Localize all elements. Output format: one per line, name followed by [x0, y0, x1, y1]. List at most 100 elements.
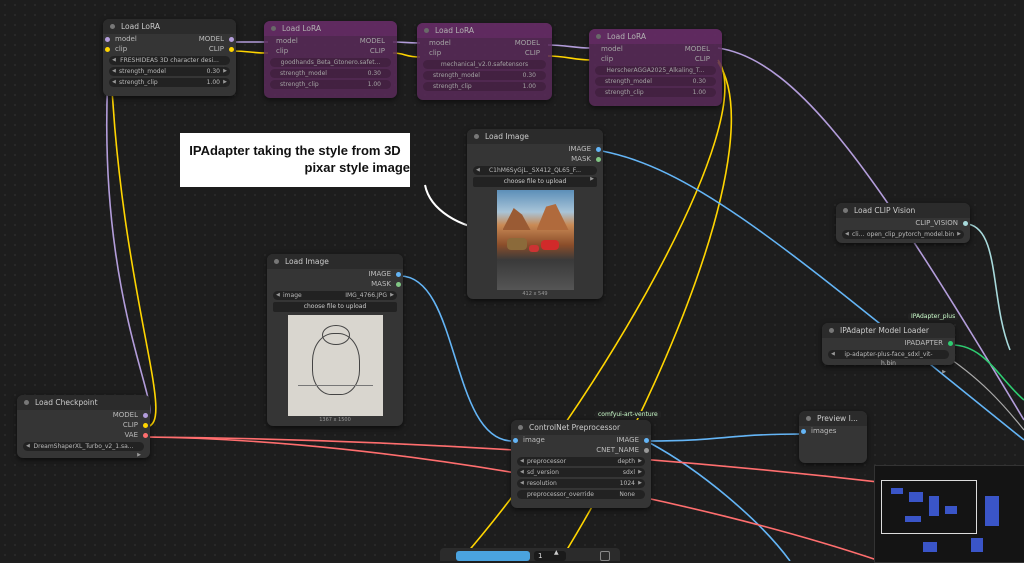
chevron-left-icon[interactable]: ◀ [26, 442, 30, 451]
load-checkpoint-node[interactable]: Load Checkpoint MODEL CLIP VAE ◀ DreamSha… [17, 395, 150, 458]
mask-output-port[interactable] [596, 156, 601, 162]
node-status-dot [474, 134, 479, 139]
load-image-node-pixar[interactable]: Load Image IMAGE MASK ◀ C1hM6SyGjL._SX412… [467, 129, 603, 299]
input-label-model: model [429, 39, 451, 47]
node-title: Load Checkpoint [35, 398, 98, 407]
load-image-node-sketch[interactable]: Load Image IMAGE MASK ◀ image IMG_4766.JPG… [267, 254, 403, 426]
chevron-right-icon[interactable]: ▶ [390, 291, 394, 300]
input-label-image: image [523, 436, 545, 444]
chevron-right-icon[interactable]: ▶ [137, 451, 141, 460]
ipadapter-file-select[interactable]: ◀ ip-adapter-plus-face_sdxl_vit-h.bin ▶ [828, 350, 949, 375]
strength-clip-slider[interactable]: ◀ strength_clip 1.00 ▶ [109, 78, 230, 87]
chevron-right-icon[interactable]: ▶ [223, 78, 227, 87]
strength-model-slider[interactable]: strength_model 0.30 [423, 71, 546, 80]
load-lora-node-1[interactable]: Load LoRA model MODEL clip CLIP ◀ FRESHIDEA… [103, 19, 236, 96]
annotation-callout: IPAdapter taking the style from 3D pixar… [180, 133, 410, 187]
resolution-stepper[interactable]: ◀ resolution 1024 ▶ [517, 479, 645, 488]
node-title: Load LoRA [282, 24, 322, 33]
chevron-right-icon[interactable]: ▶ [638, 457, 642, 466]
strength-model-slider[interactable]: strength_model 0.30 [270, 69, 391, 78]
options-icon[interactable] [600, 551, 610, 561]
sd-version-select[interactable]: ◀ sd_version sdxl ▶ [517, 468, 645, 477]
output-label-clip: CLIP [524, 49, 540, 57]
model-output-port[interactable] [143, 412, 148, 418]
checkpoint-select[interactable]: ◀ DreamShaperXL_Turbo_v2_1.sa... ▶ [23, 442, 144, 458]
preprocessor-override-field[interactable]: preprocessor_override None [517, 490, 645, 499]
image-preview-cars [496, 190, 574, 290]
chevron-left-icon[interactable]: ◀ [112, 78, 116, 87]
chevron-left-icon[interactable]: ◀ [520, 468, 524, 477]
images-input-port[interactable] [801, 428, 806, 434]
clip-vision-output-port[interactable] [963, 220, 968, 226]
upload-button[interactable]: choose file to upload [273, 302, 397, 312]
lora-name-select[interactable]: HerscherAGGA2025_Alkaling_T... [595, 66, 716, 75]
node-status-dot [110, 24, 115, 29]
model-input-port[interactable] [105, 36, 110, 42]
output-label-clip: CLIP [369, 47, 385, 55]
queue-button[interactable] [456, 551, 530, 561]
strength-model-slider[interactable]: ◀ strength_model 0.30 ▶ [109, 67, 230, 76]
preprocessor-select[interactable]: ◀ preprocessor depth ▶ [517, 457, 645, 466]
node-status-dot [596, 34, 601, 39]
chevron-left-icon[interactable]: ◀ [831, 350, 835, 359]
clip-vision-select[interactable]: ◀ cli... open_clip_pytorch_model.bin ▶ [842, 230, 964, 239]
cnet-name-output-port[interactable] [644, 447, 649, 453]
upload-button[interactable]: choose file to upload [473, 177, 597, 187]
node-status-dot [843, 208, 848, 213]
image-output-port[interactable] [396, 271, 401, 277]
minimap-node [923, 542, 937, 552]
image-input-port[interactable] [513, 437, 518, 443]
strength-model-slider[interactable]: strength_model 0.30 [595, 77, 716, 86]
chevron-right-icon[interactable]: ▶ [223, 67, 227, 76]
output-label-clip: CLIP [122, 421, 138, 429]
chevron-left-icon[interactable]: ◀ [845, 230, 849, 239]
strength-clip-slider[interactable]: strength_clip 1.00 [270, 80, 391, 89]
chevron-left-icon[interactable]: ◀ [520, 479, 524, 488]
model-output-port[interactable] [229, 36, 234, 42]
chevron-right-icon[interactable]: ▶ [957, 230, 961, 239]
lora-name-select[interactable]: ◀FRESHIDEAS 3D character desi...▶ [109, 56, 230, 72]
chevron-right-icon[interactable]: ▶ [942, 368, 946, 377]
node-title: Load LoRA [121, 22, 161, 31]
chevron-left-icon[interactable]: ◀ [476, 166, 480, 175]
load-lora-node-2[interactable]: Load LoRA model MODEL clip CLIP goodhands_… [264, 21, 397, 98]
chevron-up-icon[interactable]: ▲ [554, 549, 559, 556]
image-dimensions: 1367 x 1500 [319, 417, 351, 423]
controlnet-preprocessor-node[interactable]: ControlNet Preprocessor image IMAGE CNET_… [511, 420, 651, 508]
chevron-right-icon[interactable]: ▶ [638, 479, 642, 488]
minimap[interactable] [874, 465, 1024, 563]
batch-count-input[interactable]: 1 [534, 551, 566, 561]
minimap-node [985, 496, 999, 526]
output-label-clip: CLIP [694, 55, 710, 63]
chevron-right-icon[interactable]: ▶ [590, 175, 594, 184]
node-title: ControlNet Preprocessor [529, 423, 621, 432]
output-label-image: IMAGE [368, 270, 391, 278]
ipadapter-output-port[interactable] [948, 340, 953, 346]
strength-clip-slider[interactable]: strength_clip 1.00 [595, 88, 716, 97]
vae-output-port[interactable] [143, 432, 148, 438]
clip-output-port[interactable] [143, 422, 148, 428]
lora-name-select[interactable]: mechanical_v2.0.safetensors [423, 60, 546, 69]
clip-output-port[interactable] [229, 46, 234, 52]
output-label-image: IMAGE [568, 145, 591, 153]
chevron-right-icon[interactable]: ▶ [638, 468, 642, 477]
chevron-left-icon[interactable]: ◀ [520, 457, 524, 466]
mask-output-port[interactable] [396, 281, 401, 287]
preview-image-node[interactable]: Preview I... images [799, 411, 867, 463]
clip-input-port[interactable] [105, 46, 110, 52]
chevron-left-icon[interactable]: ◀ [276, 291, 280, 300]
lora-name-select[interactable]: goodhands_Beta_Gtonero.safet... [270, 58, 391, 67]
image-file-select[interactable]: ◀ C1hM6SyGjL._SX412_QL65_F... ▶ [473, 166, 597, 182]
input-label-model: model [115, 35, 137, 43]
chevron-left-icon[interactable]: ◀ [112, 67, 116, 76]
load-lora-node-4[interactable]: Load LoRA model MODEL clip CLIP HerscherAG… [589, 29, 722, 106]
load-clip-vision-node[interactable]: Load CLIP Vision CLIP_VISION ◀ cli... open… [836, 203, 970, 243]
chevron-left-icon[interactable]: ◀ [112, 56, 116, 65]
ipadapter-model-loader-node[interactable]: IPAdapter Model Loader IPADAPTER ◀ ip-ada… [822, 323, 955, 375]
image-file-select[interactable]: ◀ image IMG_4766.JPG ▶ [273, 291, 397, 300]
image-output-port[interactable] [596, 146, 601, 152]
minimap-node [929, 496, 939, 516]
image-output-port[interactable] [644, 437, 649, 443]
strength-clip-slider[interactable]: strength_clip 1.00 [423, 82, 546, 91]
load-lora-node-3[interactable]: Load LoRA model MODEL clip CLIP mechanical… [417, 23, 552, 100]
